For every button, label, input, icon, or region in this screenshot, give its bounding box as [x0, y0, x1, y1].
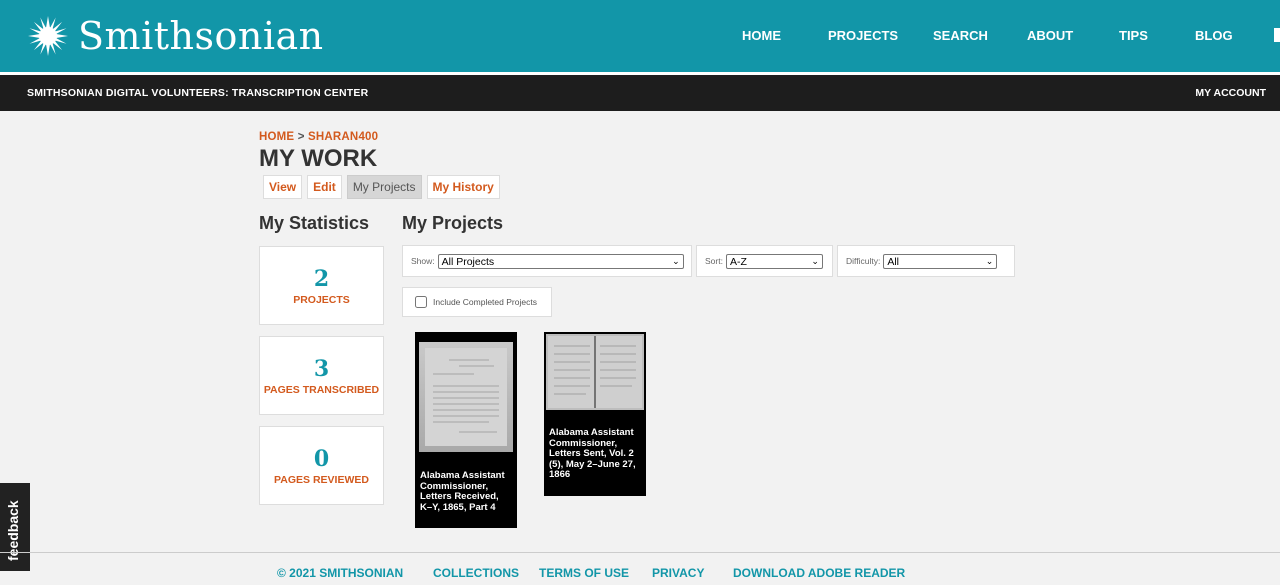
tab-my-projects[interactable]: My Projects [346, 175, 422, 199]
site-header: Smithsonian HOME PROJECTS SEARCH ABOUT T… [0, 0, 1280, 72]
include-completed-label: Include Completed Projects [433, 297, 537, 307]
nav-home[interactable]: HOME [742, 28, 781, 43]
show-select-value[interactable]: All Projects [437, 253, 684, 269]
document-image [548, 336, 642, 408]
project-card[interactable]: Alabama Assistant Commissioner, Letters … [415, 332, 517, 528]
page-title: MY WORK [259, 145, 378, 172]
difficulty-select-value[interactable]: All [883, 253, 998, 269]
nav-overflow-item[interactable] [1274, 28, 1280, 42]
breadcrumb: HOME > SHARAN400 [259, 131, 378, 143]
footer-divider [0, 552, 1280, 553]
projects-heading: My Projects [402, 213, 504, 233]
footer-collections[interactable]: COLLECTIONS [433, 566, 519, 580]
stat-label: PAGES REVIEWED [274, 474, 369, 486]
nav-about[interactable]: ABOUT [1027, 28, 1073, 43]
project-thumbnail[interactable] [546, 334, 644, 410]
stat-value: 3 [313, 356, 330, 382]
statistics-heading: My Statistics [259, 213, 370, 233]
stat-value: 0 [313, 446, 330, 472]
stat-value: 2 [313, 266, 330, 292]
show-select[interactable]: All Projects ⌄ [437, 253, 684, 269]
nav-search[interactable]: SEARCH [933, 28, 988, 43]
difficulty-select[interactable]: All ⌄ [883, 253, 998, 269]
project-card[interactable]: Alabama Assistant Commissioner, Letters … [544, 332, 646, 496]
breadcrumb-separator: > [297, 131, 305, 143]
nav-projects[interactable]: PROJECTS [828, 28, 898, 43]
tab-view[interactable]: View [263, 175, 303, 199]
site-title[interactable]: SMITHSONIAN DIGITAL VOLUNTEERS: TRANSCRI… [27, 87, 368, 99]
nav-blog[interactable]: BLOG [1195, 28, 1233, 43]
sort-select[interactable]: A-Z ⌄ [725, 253, 823, 269]
stat-label: PAGES TRANSCRIBED [263, 384, 380, 396]
sort-filter: Sort: A-Z ⌄ [696, 245, 833, 277]
project-card-title[interactable]: Alabama Assistant Commissioner, Letters … [420, 470, 512, 513]
sort-select-value[interactable]: A-Z [725, 253, 823, 269]
show-filter-label: Show: [411, 256, 435, 266]
project-card-title[interactable]: Alabama Assistant Commissioner, Letters … [549, 427, 641, 481]
footer-copyright[interactable]: © 2021 SMITHSONIAN [277, 566, 403, 580]
smithsonian-logo[interactable]: Smithsonian [28, 14, 324, 58]
document-image [425, 348, 507, 446]
breadcrumb-user[interactable]: SHARAN400 [308, 131, 378, 143]
breadcrumb-home[interactable]: HOME [259, 131, 294, 143]
footer-privacy[interactable]: PRIVACY [652, 566, 704, 580]
stat-pages-transcribed: 3 PAGES TRANSCRIBED [259, 336, 384, 415]
stat-projects: 2 PROJECTS [259, 246, 384, 325]
footer-adobe-reader[interactable]: DOWNLOAD ADOBE READER [733, 566, 905, 580]
tab-edit[interactable]: Edit [307, 175, 342, 199]
nav-tips[interactable]: TIPS [1119, 28, 1148, 43]
stat-label: PROJECTS [293, 294, 350, 306]
project-thumbnail[interactable] [419, 342, 513, 452]
logo-wordmark: Smithsonian [78, 14, 324, 58]
feedback-tab[interactable]: feedback [0, 483, 30, 571]
sunburst-icon [28, 16, 68, 56]
difficulty-filter-label: Difficulty: [846, 256, 881, 266]
footer-terms[interactable]: TERMS OF USE [539, 566, 629, 580]
difficulty-filter: Difficulty: All ⌄ [837, 245, 1015, 277]
include-completed-checkbox[interactable] [415, 296, 427, 308]
tab-my-history[interactable]: My History [426, 175, 500, 199]
sort-filter-label: Sort: [705, 256, 723, 266]
sub-header: SMITHSONIAN DIGITAL VOLUNTEERS: TRANSCRI… [0, 75, 1280, 111]
my-account-link[interactable]: MY ACCOUNT [1195, 87, 1266, 99]
include-completed-option[interactable]: Include Completed Projects [402, 287, 552, 317]
stat-pages-reviewed: 0 PAGES REVIEWED [259, 426, 384, 505]
profile-tabs: View Edit My Projects My History [263, 175, 500, 199]
show-filter: Show: All Projects ⌄ [402, 245, 692, 277]
